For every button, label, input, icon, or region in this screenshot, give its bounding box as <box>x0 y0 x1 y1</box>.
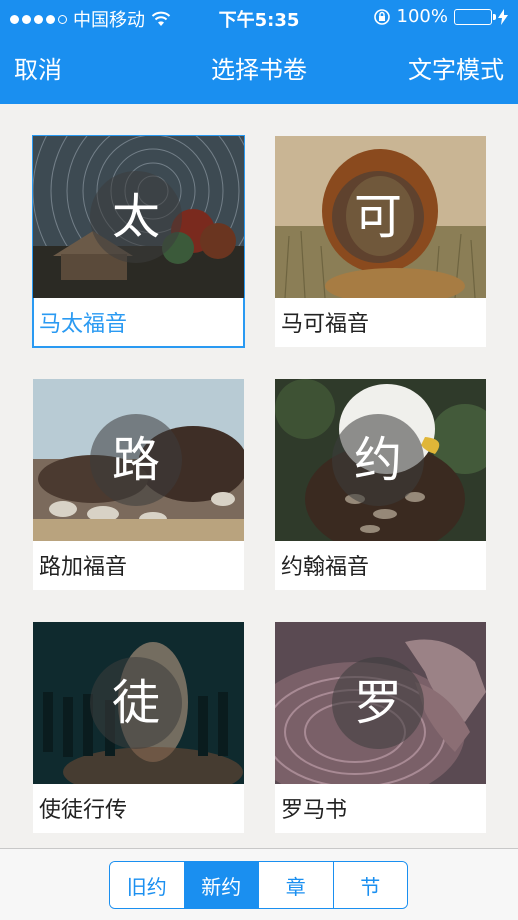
book-card-luke[interactable]: 路 路加福音 <box>33 379 244 590</box>
charging-icon <box>498 8 508 25</box>
text-mode-button[interactable]: 文字模式 <box>408 50 504 85</box>
tab-new-testament[interactable]: 新约 <box>184 862 259 908</box>
book-name: 约翰福音 <box>281 555 370 580</box>
book-name: 路加福音 <box>39 555 128 580</box>
tab-old-testament[interactable]: 旧约 <box>110 862 185 908</box>
book-name: 马太福音 <box>39 312 128 337</box>
status-bar: 中国移动 下午5:35 100% <box>0 0 518 34</box>
book-card-john[interactable]: 约 约翰福音 <box>275 379 486 590</box>
book-name: 马可福音 <box>281 312 370 337</box>
book-card-acts[interactable]: 徒 使徒行传 <box>33 622 244 833</box>
book-name: 罗马书 <box>281 798 348 823</box>
segmented-control: 旧约 新约 章 节 <box>109 861 408 909</box>
book-badge: 太 <box>90 171 182 263</box>
book-grid: 太 马太福音 可 马可福音 路 路加福音 约 约翰福音 徒 使徒行传 罗 罗马书 <box>0 104 518 848</box>
book-badge: 徒 <box>90 657 182 749</box>
battery-percent: 100% <box>396 6 448 27</box>
bottom-bar: 旧约 新约 章 节 <box>0 848 518 920</box>
book-card-mark[interactable]: 可 马可福音 <box>275 136 486 347</box>
nav-bar: 取消 选择书卷 文字模式 <box>0 34 518 104</box>
rotation-lock-icon <box>373 8 390 25</box>
book-badge: 路 <box>90 414 182 506</box>
tab-verse[interactable]: 节 <box>333 862 407 908</box>
book-badge: 可 <box>332 171 424 263</box>
battery-icon <box>454 8 496 25</box>
book-card-romans[interactable]: 罗 罗马书 <box>275 622 486 833</box>
status-right: 100% <box>373 6 508 27</box>
book-name: 使徒行传 <box>39 798 128 823</box>
tab-chapter[interactable]: 章 <box>259 862 334 908</box>
book-card-matthew[interactable]: 太 马太福音 <box>32 135 245 348</box>
top-bar: 中国移动 下午5:35 100% 取消 选择书卷 文字模式 <box>0 0 518 104</box>
book-badge: 约 <box>332 414 424 506</box>
book-badge: 罗 <box>332 657 424 749</box>
